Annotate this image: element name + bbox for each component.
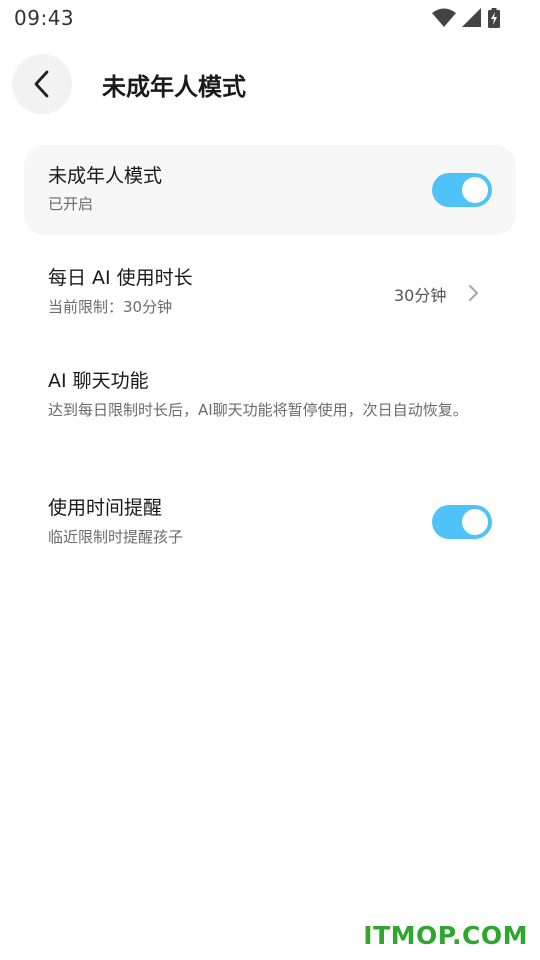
usage-reminder-toggle[interactable] xyxy=(432,505,492,539)
minor-mode-card: 未成年人模式 已开启 xyxy=(24,145,516,235)
chevron-left-icon xyxy=(34,70,49,98)
status-icons xyxy=(432,8,500,28)
daily-ai-usage-title: 每日 AI 使用时长 xyxy=(48,267,193,289)
status-time: 09:43 xyxy=(14,6,75,30)
usage-reminder-title: 使用时间提醒 xyxy=(48,497,163,519)
minor-mode-toggle[interactable] xyxy=(432,173,492,207)
toggle-knob xyxy=(462,509,488,535)
signal-icon xyxy=(462,8,481,27)
daily-ai-usage-subtitle: 当前限制：30分钟 xyxy=(48,298,173,316)
status-bar: 09:43 xyxy=(0,0,540,36)
usage-reminder-row: 使用时间提醒 临近限制时提醒孩子 xyxy=(0,480,540,570)
header: 未成年人模式 xyxy=(0,54,540,114)
minor-mode-title: 未成年人模式 xyxy=(48,165,163,187)
page-title: 未成年人模式 xyxy=(102,73,246,101)
daily-ai-usage-row[interactable]: 每日 AI 使用时长 当前限制：30分钟 30分钟 xyxy=(0,250,540,340)
ai-chat-title: AI 聊天功能 xyxy=(48,370,149,392)
watermark: ITMOP.COM xyxy=(363,921,528,950)
daily-ai-usage-value: 30分钟 xyxy=(394,286,447,305)
ai-chat-description: 达到每日限制时长后，AI聊天功能将暂停使用，次日自动恢复。 xyxy=(48,401,468,419)
toggle-knob xyxy=(462,177,488,203)
ai-chat-row: AI 聊天功能 达到每日限制时长后，AI聊天功能将暂停使用，次日自动恢复。 xyxy=(0,354,540,454)
wifi-icon xyxy=(432,8,456,27)
battery-charging-icon xyxy=(488,8,500,28)
back-button[interactable] xyxy=(12,54,72,114)
chevron-right-icon xyxy=(468,284,479,302)
minor-mode-status: 已开启 xyxy=(48,195,94,213)
usage-reminder-subtitle: 临近限制时提醒孩子 xyxy=(48,528,184,546)
